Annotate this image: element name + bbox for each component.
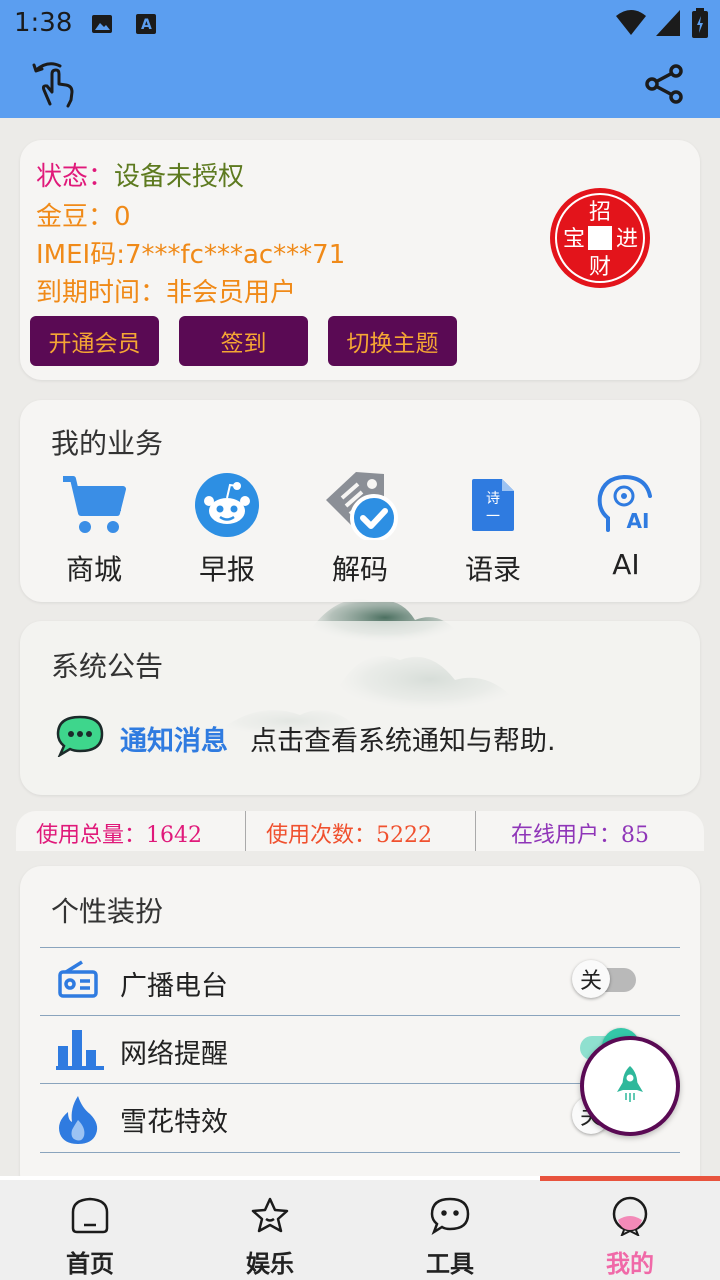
- rocket-fab-button[interactable]: [580, 1036, 680, 1136]
- rocket-icon: [615, 1064, 645, 1108]
- profile-icon: [609, 1196, 651, 1240]
- image-notification-icon: [90, 12, 114, 40]
- stat-online: 在线用户：85: [511, 823, 649, 848]
- clock: 1:38: [14, 8, 73, 38]
- checkin-button[interactable]: 签到: [179, 316, 308, 366]
- stat-divider: [245, 811, 246, 851]
- bar-chart-icon: [56, 1026, 104, 1074]
- imei-text: IMEI码:7***fc***ac***71: [36, 240, 346, 270]
- notice-row[interactable]: 通知消息 点击查看系统通知与帮助.: [56, 715, 556, 761]
- app-bar: [0, 48, 720, 118]
- setting-label: 雪花特效: [120, 1107, 228, 1138]
- business-item-label: 早报: [198, 553, 255, 586]
- status-label: 状态：: [36, 162, 115, 192]
- business-item-decode[interactable]: 解码: [300, 472, 420, 588]
- toggle-knob: 关: [572, 960, 610, 998]
- cart-icon: [34, 472, 154, 538]
- business-item-quotes[interactable]: 诗一 语录: [433, 472, 553, 588]
- wifi-icon: [616, 10, 646, 40]
- svg-text:进: 进: [616, 227, 638, 252]
- message-bubble-icon: [56, 715, 104, 761]
- nav-tools[interactable]: 工具: [390, 1196, 510, 1279]
- coins-text: 金豆：0: [36, 202, 131, 232]
- open-membership-button[interactable]: 开通会员: [30, 316, 159, 366]
- setting-row-radio[interactable]: 广播电台 关: [40, 947, 680, 1015]
- expire-text: 到期时间：非会员用户: [36, 278, 297, 308]
- status-bar: 1:38 A: [0, 0, 720, 48]
- fortune-seal-logo: 招 宝 进 财: [548, 186, 652, 294]
- notice-text: 点击查看系统通知与帮助.: [250, 725, 556, 757]
- nav-label: 娱乐: [246, 1250, 294, 1278]
- usage-stats-bar: 使用总量：1642 使用次数：5222 在线用户：85: [16, 811, 704, 851]
- svg-text:A: A: [141, 17, 152, 33]
- reddit-icon: [167, 472, 287, 538]
- setting-label: 广播电台: [120, 971, 228, 1002]
- radio-toggle[interactable]: 关: [572, 960, 638, 998]
- bottom-navigation: 首页 娱乐 工具 我的: [0, 1176, 720, 1280]
- nav-label: 工具: [426, 1250, 474, 1278]
- chat-icon: [429, 1197, 471, 1240]
- flame-icon: [56, 1094, 100, 1148]
- notice-title: 系统公告: [51, 650, 164, 683]
- business-item-label: 解码: [331, 553, 388, 586]
- svg-text:财: 财: [589, 255, 611, 280]
- stat-divider: [475, 811, 476, 851]
- business-title: 我的业务: [51, 427, 164, 460]
- business-item-ai[interactable]: AI AI: [566, 472, 686, 581]
- swipe-back-icon[interactable]: [30, 56, 84, 114]
- business-item-label: AI: [612, 548, 640, 581]
- font-notification-icon: A: [134, 12, 158, 40]
- status-line: 状态：设备未授权: [36, 156, 244, 193]
- nav-entertainment[interactable]: 娱乐: [210, 1196, 330, 1279]
- svg-text:AI: AI: [627, 509, 650, 533]
- svg-text:招: 招: [589, 200, 611, 225]
- status-value: 设备未授权: [114, 162, 245, 192]
- personalization-title: 个性装扮: [51, 895, 164, 928]
- business-item-label: 商城: [65, 553, 122, 586]
- business-item-label: 语录: [464, 553, 521, 586]
- notice-tag: 通知消息: [120, 725, 228, 757]
- nav-label: 我的: [606, 1250, 654, 1278]
- nav-mine[interactable]: 我的: [570, 1196, 690, 1279]
- poem-doc-icon: 诗一: [433, 472, 553, 538]
- business-item-mall[interactable]: 商城: [34, 472, 154, 588]
- account-status-card: 状态：设备未授权 金豆：0 IMEI码:7***fc***ac***71 到期时…: [20, 140, 700, 380]
- radio-icon: [56, 958, 100, 1006]
- ai-head-icon: AI: [566, 472, 686, 538]
- tag-check-icon: [300, 472, 420, 540]
- svg-text:宝: 宝: [563, 227, 585, 252]
- setting-label: 网络提醒: [120, 1039, 228, 1070]
- system-notice-card[interactable]: 系统公告 通知消息 点击查看系统通知与帮助.: [20, 621, 700, 795]
- stat-count: 使用次数：5222: [266, 823, 432, 848]
- home-icon: [69, 1197, 111, 1240]
- personalization-card: 个性装扮 广播电台 关 网络提醒 雪花特效 关: [20, 866, 700, 1196]
- nav-home[interactable]: 首页: [30, 1196, 150, 1279]
- battery-icon: [692, 8, 708, 42]
- star-icon: [249, 1197, 291, 1240]
- business-item-morning-news[interactable]: 早报: [167, 472, 287, 588]
- share-icon[interactable]: [642, 62, 686, 110]
- svg-text:诗: 诗: [486, 491, 500, 507]
- switch-theme-button[interactable]: 切换主题: [328, 316, 457, 366]
- signal-icon: [656, 10, 680, 40]
- active-tab-indicator: [540, 1176, 720, 1181]
- nav-label: 首页: [66, 1250, 114, 1278]
- svg-text:一: 一: [486, 509, 500, 525]
- stat-total: 使用总量：1642: [36, 823, 202, 848]
- my-business-card: 我的业务 商城 早报 解码 诗一 语录 AI AI: [20, 400, 700, 602]
